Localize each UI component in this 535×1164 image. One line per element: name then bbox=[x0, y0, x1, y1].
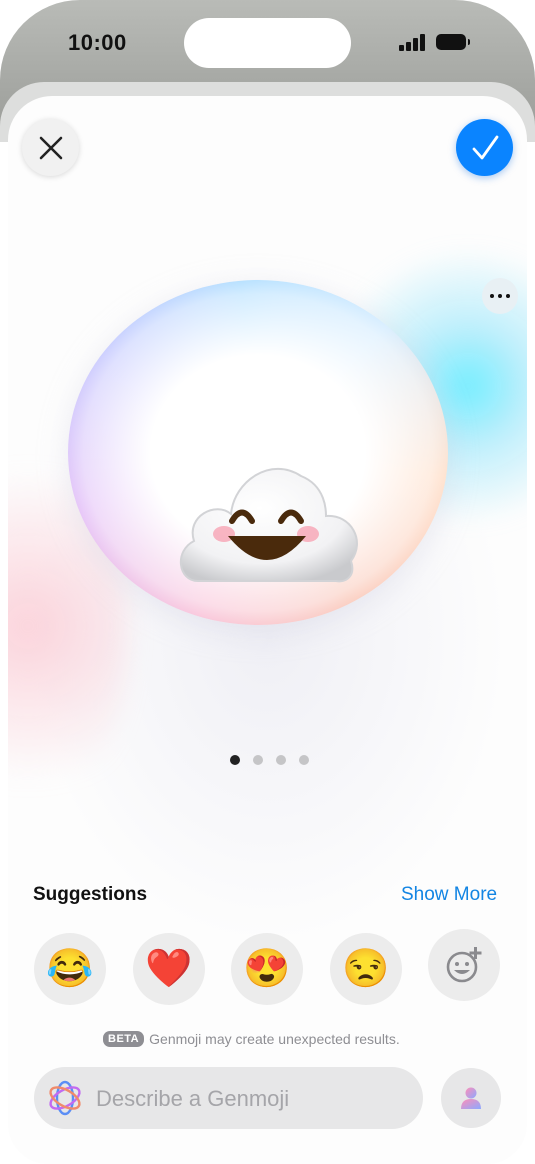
ellipsis-icon bbox=[490, 294, 494, 298]
page-indicator[interactable] bbox=[230, 755, 309, 765]
suggestion-emoji[interactable]: ❤️ bbox=[133, 933, 205, 1005]
done-button[interactable] bbox=[456, 119, 513, 176]
page-dot[interactable] bbox=[299, 755, 309, 765]
dynamic-island bbox=[184, 18, 351, 68]
page-dot[interactable] bbox=[253, 755, 263, 765]
show-more-link[interactable]: Show More bbox=[401, 884, 497, 906]
checkmark-icon bbox=[472, 135, 498, 159]
person-picker-button[interactable] bbox=[441, 1068, 501, 1128]
close-button[interactable] bbox=[22, 119, 79, 176]
smiling-cloud-emoji[interactable] bbox=[176, 456, 360, 586]
disclaimer-text: Genmoji may create unexpected results. bbox=[149, 1031, 400, 1047]
person-icon bbox=[461, 1087, 481, 1109]
more-options-button[interactable] bbox=[482, 278, 518, 314]
ellipsis-dot bbox=[506, 294, 510, 298]
status-time: 10:00 bbox=[68, 30, 127, 55]
xmark-icon bbox=[39, 136, 62, 159]
ellipsis-dot bbox=[498, 294, 502, 298]
suggestion-emoji[interactable]: 😒 bbox=[330, 933, 402, 1005]
suggestion-emoji[interactable]: 😍 bbox=[231, 933, 303, 1005]
describe-genmoji-input[interactable] bbox=[94, 1067, 418, 1131]
cellular-signal-icon bbox=[399, 33, 427, 51]
suggestion-emoji[interactable]: 😂 bbox=[34, 933, 106, 1005]
page-dot[interactable] bbox=[276, 755, 286, 765]
add-emoji-button[interactable] bbox=[428, 929, 500, 1001]
suggestions-heading: Suggestions bbox=[33, 884, 148, 905]
phone-frame: 10:00 Suggestions Show More 😂 ❤️ 😍 😒 BET… bbox=[0, 0, 535, 1164]
beta-badge: BETA bbox=[103, 1031, 145, 1047]
describe-field[interactable] bbox=[34, 1067, 423, 1131]
beta-disclaimer: BETA Genmoji may create unexpected resul… bbox=[103, 1031, 400, 1047]
battery-icon bbox=[436, 34, 470, 50]
page-dot-active[interactable] bbox=[230, 755, 240, 765]
emoji-add-icon bbox=[446, 947, 482, 983]
image-playground-icon bbox=[49, 1080, 81, 1116]
suggestions-row: 😂 ❤️ 😍 😒 bbox=[34, 929, 504, 1005]
